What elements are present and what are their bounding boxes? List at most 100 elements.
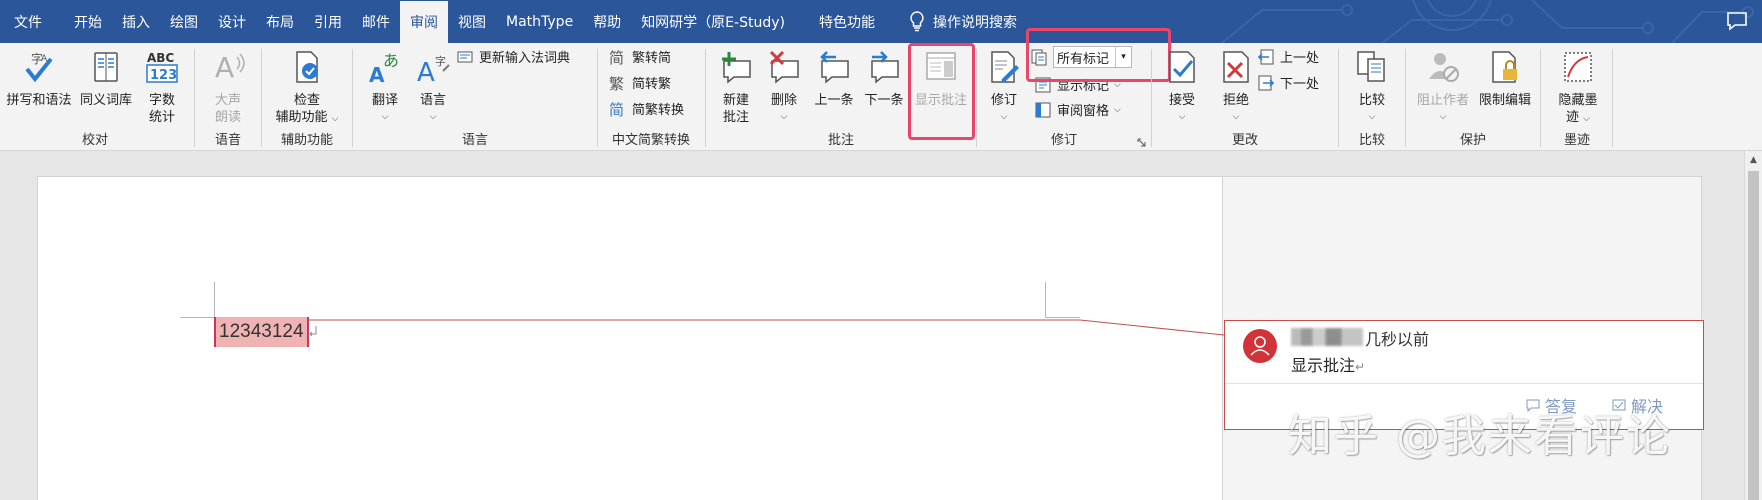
track-changes-label: 修订 <box>990 93 1017 108</box>
track-changes-button[interactable]: 修订 ⌵ <box>982 49 1026 126</box>
scroll-up-icon[interactable]: ▲ <box>1745 151 1762 168</box>
tab-mathtype[interactable]: MathType <box>496 0 583 43</box>
tell-me-label: 操作说明搜索 <box>932 14 1017 31</box>
svg-text:A: A <box>417 58 435 85</box>
word-count-button[interactable]: ABC 123 字数 统计 <box>138 49 186 126</box>
chinese-conversion-button[interactable]: 简 简繁转换 <box>609 99 684 119</box>
tab-list: 文件 开始 插入 绘图 设计 布局 引用 邮件 审阅 视图 MathType 帮… <box>0 0 1027 43</box>
svg-text:繁: 繁 <box>609 75 624 92</box>
previous-change-icon <box>1257 49 1274 64</box>
read-aloud-label-2: 朗读 <box>214 110 241 125</box>
compare-button[interactable]: 比较 ⌵ <box>1346 49 1398 126</box>
vertical-scrollbar[interactable]: ▲ <box>1744 151 1762 500</box>
check-accessibility-button[interactable]: 检查 辅助功能 ⌵ <box>267 49 347 128</box>
translate-icon: Aあ <box>369 51 399 87</box>
check-accessibility-label-2: 辅助功能 ⌵ <box>275 110 339 125</box>
track-changes-caret: ⌵ <box>1000 112 1008 122</box>
crop-mark <box>1045 317 1080 318</box>
hide-ink-label-2: 迹 ⌵ <box>1566 110 1590 125</box>
compare-label: 比较 <box>1358 93 1385 108</box>
tab-layout[interactable]: 布局 <box>256 0 304 43</box>
user-icon <box>1250 336 1270 356</box>
language-caret: ⌵ <box>429 112 437 122</box>
simplified-to-traditional-label: 简转繁 <box>632 77 672 92</box>
new-comment-button[interactable]: 新建 批注 <box>713 49 759 126</box>
group-label-changes: 更改 <box>1231 133 1258 148</box>
word-count-label-1: 字数 <box>148 93 175 108</box>
svg-text:简: 简 <box>609 49 624 66</box>
reject-button[interactable]: 拒绝 ⌵ <box>1211 49 1261 126</box>
tab-design[interactable]: 设计 <box>208 0 256 43</box>
comments-pane-icon[interactable] <box>1726 11 1748 31</box>
compare-icon <box>1357 51 1385 82</box>
comment-text[interactable]: 显示批注↵ <box>1291 352 1365 376</box>
simplified-to-traditional-button[interactable]: 繁 简转繁 <box>609 73 672 93</box>
tab-help[interactable]: 帮助 <box>583 0 631 43</box>
group-label-tracking: 修订 <box>1050 133 1077 148</box>
reject-icon <box>1223 51 1249 83</box>
tab-draw[interactable]: 绘图 <box>160 0 208 43</box>
simplified-to-traditional-icon: 繁 <box>609 75 624 92</box>
language-button[interactable]: A字 语言 ⌵ <box>408 49 458 126</box>
new-comment-label-1: 新建 <box>722 93 749 108</box>
restrict-editing-icon <box>1492 51 1517 83</box>
next-change-label: 下一处 <box>1280 77 1320 92</box>
thesaurus-button[interactable]: 同义词库 <box>74 49 138 109</box>
reviewing-pane-button[interactable]: 审阅窗格 ⌵ <box>1034 100 1121 119</box>
word-count-icon: ABC 123 <box>146 51 178 83</box>
previous-comment-button[interactable]: 上一条 <box>809 49 859 109</box>
group-chinese-conversion: 简 繁转简 繁 简转繁 简 简繁转换 中文简繁转换 <box>599 43 703 151</box>
next-comment-button[interactable]: 下一条 <box>859 49 909 109</box>
tab-references[interactable]: 引用 <box>304 0 352 43</box>
group-separator <box>1151 49 1152 147</box>
group-separator <box>261 49 262 147</box>
group-compare: 比较 ⌵ 比较 <box>1340 43 1404 151</box>
crop-mark <box>1045 282 1046 318</box>
accept-button[interactable]: 接受 ⌵ <box>1157 49 1207 126</box>
new-comment-icon <box>722 52 751 84</box>
tab-special-features[interactable]: 特色功能 <box>809 0 885 43</box>
scroll-thumb[interactable] <box>1748 171 1759 500</box>
chinese-conversion-icon: 简 <box>609 101 624 118</box>
group-separator <box>1540 49 1541 147</box>
word-count-label-2: 统计 <box>148 110 175 125</box>
translate-button[interactable]: Aあ 翻译 ⌵ <box>360 49 410 126</box>
delete-comment-button[interactable]: 删除 ⌵ <box>761 49 807 126</box>
hide-ink-button[interactable]: 隐藏墨 迹 ⌵ <box>1548 49 1608 128</box>
accessibility-check-icon <box>296 51 318 83</box>
tab-view[interactable]: 视图 <box>448 0 496 43</box>
comment-time: 几秒以前 <box>1365 330 1430 349</box>
spelling-grammar-button[interactable]: 字A 拼写和语法 <box>6 49 72 109</box>
read-aloud-button[interactable]: A 大声 朗读 <box>202 49 254 126</box>
tab-home[interactable]: 开始 <box>64 0 112 43</box>
commented-text[interactable]: 12343124 <box>214 317 309 347</box>
delete-caret: ⌵ <box>780 112 788 122</box>
next-change-button[interactable]: 下一处 <box>1257 73 1319 92</box>
accept-icon <box>1169 51 1195 83</box>
crop-mark <box>214 282 215 318</box>
tell-me-search[interactable]: 操作说明搜索 <box>899 0 1027 43</box>
tab-review[interactable]: 审阅 <box>400 1 448 43</box>
previous-change-label: 上一处 <box>1280 51 1320 66</box>
update-ime-dictionary-button[interactable]: 更新输入法词典 <box>456 47 570 66</box>
accept-caret: ⌵ <box>1178 112 1186 122</box>
dialog-launcher-icon[interactable] <box>1137 138 1146 147</box>
tab-file[interactable]: 文件 <box>0 0 52 43</box>
read-aloud-label-1: 大声 <box>214 93 241 108</box>
ribbon-tab-bar: 文件 开始 插入 绘图 设计 布局 引用 邮件 审阅 视图 MathType 帮… <box>0 0 1762 43</box>
tab-cnki-estudy[interactable]: 知网研学（原E-Study) <box>631 0 795 43</box>
tab-insert[interactable]: 插入 <box>112 0 160 43</box>
group-protect: 阻止作者 ⌵ 限制编辑 保护 <box>1407 43 1539 151</box>
block-authors-button[interactable]: 阻止作者 ⌵ <box>1413 49 1473 126</box>
language-label: 语言 <box>419 93 446 108</box>
group-label-chinese-conversion: 中文简繁转换 <box>611 133 690 148</box>
translate-caret: ⌵ <box>381 112 389 122</box>
traditional-to-simplified-button[interactable]: 简 繁转简 <box>609 47 671 67</box>
previous-change-button[interactable]: 上一处 <box>1257 47 1319 66</box>
reject-caret: ⌵ <box>1232 112 1240 122</box>
delete-comment-label: 删除 <box>770 93 797 108</box>
language-icon: A字 <box>417 54 450 88</box>
tab-mailings[interactable]: 邮件 <box>352 0 400 43</box>
restrict-editing-button[interactable]: 限制编辑 <box>1473 49 1537 109</box>
update-dictionary-icon <box>457 51 473 62</box>
